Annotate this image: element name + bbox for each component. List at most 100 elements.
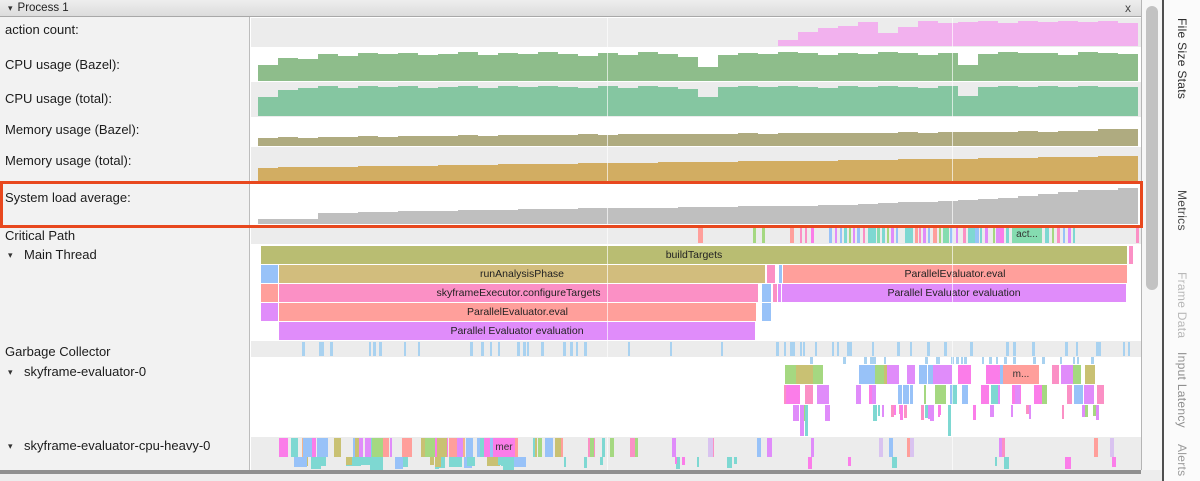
- event-tick[interactable]: [980, 226, 982, 243]
- flame-segment[interactable]: [778, 284, 781, 302]
- event-tick[interactable]: [956, 357, 959, 364]
- event-tick[interactable]: [975, 226, 979, 243]
- event-tick[interactable]: [849, 342, 851, 356]
- event-tick[interactable]: [776, 342, 778, 356]
- event-tick[interactable]: [856, 385, 861, 404]
- event-tick[interactable]: [805, 226, 807, 243]
- flame-segment[interactable]: runAnalysisPhase: [279, 265, 765, 283]
- event-tick[interactable]: [910, 438, 915, 457]
- event-tick[interactable]: [346, 457, 353, 465]
- event-tick[interactable]: [811, 438, 814, 457]
- event-tick[interactable]: [484, 438, 490, 457]
- event-tick[interactable]: [943, 226, 949, 243]
- labeled-event-block[interactable]: m...: [1003, 365, 1039, 384]
- event-tick[interactable]: [964, 357, 967, 364]
- event-tick[interactable]: [924, 385, 926, 404]
- event-tick[interactable]: [919, 226, 921, 243]
- event-tick[interactable]: [1042, 385, 1047, 404]
- event-tick[interactable]: [986, 365, 1000, 384]
- event-tick[interactable]: [635, 438, 638, 457]
- event-tick[interactable]: [800, 342, 802, 356]
- event-tick[interactable]: [527, 342, 529, 356]
- event-tick[interactable]: [796, 365, 813, 384]
- event-tick[interactable]: [767, 438, 772, 457]
- event-tick[interactable]: [1123, 342, 1125, 356]
- flame-segment[interactable]: ParallelEvaluator.eval: [279, 303, 756, 321]
- event-tick[interactable]: [1077, 357, 1080, 364]
- event-tick[interactable]: [944, 342, 947, 356]
- event-tick[interactable]: [672, 438, 676, 457]
- event-tick[interactable]: [1097, 385, 1103, 404]
- event-tick[interactable]: [517, 342, 519, 356]
- event-tick[interactable]: [927, 342, 930, 356]
- event-tick[interactable]: [848, 457, 851, 466]
- event-tick[interactable]: [697, 457, 699, 467]
- event-tick[interactable]: [805, 405, 808, 436]
- event-tick[interactable]: [1061, 365, 1073, 384]
- event-tick[interactable]: [1110, 438, 1114, 457]
- track-label-skyframe-evaluator-cpu-heavy-0[interactable]: skyframe-evaluator-cpu-heavy-0: [24, 438, 210, 453]
- event-tick[interactable]: [602, 438, 606, 457]
- event-tick[interactable]: [1060, 357, 1062, 364]
- event-tick[interactable]: [863, 226, 865, 243]
- event-tick[interactable]: [879, 438, 883, 457]
- event-tick[interactable]: [498, 342, 500, 356]
- event-tick[interactable]: [1065, 342, 1067, 356]
- event-tick[interactable]: [857, 226, 860, 243]
- event-tick[interactable]: [369, 342, 371, 356]
- event-tick[interactable]: [982, 357, 985, 364]
- event-tick[interactable]: [533, 438, 535, 457]
- event-tick[interactable]: [435, 457, 442, 467]
- event-tick[interactable]: [1076, 342, 1078, 356]
- vertical-scrollbar-thumb[interactable]: [1146, 6, 1158, 290]
- event-tick[interactable]: [584, 342, 587, 356]
- flame-segment[interactable]: buildTargets: [261, 246, 1127, 264]
- event-tick[interactable]: [564, 457, 567, 467]
- event-tick[interactable]: [889, 438, 893, 457]
- event-tick[interactable]: [757, 438, 761, 457]
- event-tick[interactable]: [1065, 457, 1071, 469]
- event-tick[interactable]: [815, 342, 817, 356]
- event-tick[interactable]: [919, 365, 926, 384]
- event-tick[interactable]: [829, 226, 832, 243]
- event-tick[interactable]: [803, 342, 805, 356]
- event-tick[interactable]: [981, 385, 989, 404]
- event-tick[interactable]: [628, 342, 630, 356]
- event-tick[interactable]: [279, 438, 288, 457]
- event-tick[interactable]: [853, 226, 855, 243]
- event-tick[interactable]: [790, 226, 794, 243]
- event-tick[interactable]: [708, 438, 713, 457]
- event-tick[interactable]: [402, 438, 412, 457]
- event-tick[interactable]: [570, 342, 573, 356]
- track-memory-usage-bazel[interactable]: [251, 117, 1141, 147]
- event-tick[interactable]: [868, 226, 876, 243]
- event-tick[interactable]: [786, 385, 794, 404]
- flame-segment[interactable]: [767, 265, 775, 283]
- collapse-arrow-icon[interactable]: ▾: [8, 367, 13, 378]
- event-tick[interactable]: [1052, 365, 1059, 384]
- flame-segment[interactable]: [261, 303, 278, 321]
- collapse-arrow-icon[interactable]: ▾: [8, 250, 13, 261]
- event-tick[interactable]: [311, 457, 321, 469]
- event-tick[interactable]: [1006, 342, 1008, 356]
- event-tick[interactable]: [675, 457, 677, 464]
- event-tick[interactable]: [437, 438, 447, 457]
- event-tick[interactable]: [811, 226, 814, 243]
- event-tick[interactable]: [425, 438, 435, 457]
- track-system-load[interactable]: [251, 182, 1141, 225]
- vertical-scrollbar[interactable]: [1141, 0, 1162, 470]
- event-tick[interactable]: [970, 342, 973, 356]
- event-tick[interactable]: [792, 342, 794, 356]
- event-tick[interactable]: [538, 438, 542, 457]
- flame-segment[interactable]: [762, 284, 771, 302]
- event-tick[interactable]: [996, 357, 998, 364]
- event-tick[interactable]: [762, 226, 765, 243]
- event-tick[interactable]: [923, 226, 926, 243]
- event-tick[interactable]: [379, 342, 381, 356]
- event-tick[interactable]: [1089, 385, 1093, 404]
- event-tick[interactable]: [600, 457, 603, 465]
- event-tick[interactable]: [1072, 365, 1080, 384]
- event-tick[interactable]: [1004, 357, 1006, 364]
- track-skyframe-evaluator-cpu-heavy-0[interactable]: mer: [251, 437, 1141, 470]
- event-tick[interactable]: [576, 342, 578, 356]
